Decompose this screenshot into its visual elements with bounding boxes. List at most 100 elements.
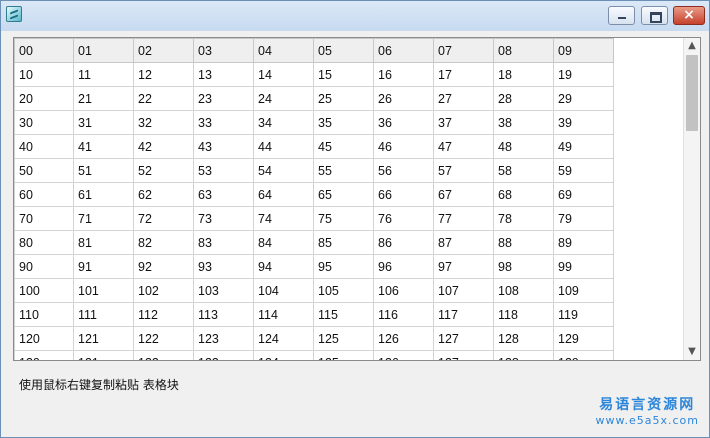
table-cell[interactable]: 39 [553, 110, 614, 135]
table-cell[interactable]: 04 [253, 38, 314, 63]
table-cell[interactable]: 93 [193, 254, 254, 279]
table-cell[interactable]: 66 [373, 182, 434, 207]
table-cell[interactable]: 139 [553, 350, 614, 360]
table-cell[interactable]: 122 [133, 326, 194, 351]
table-cell[interactable]: 117 [433, 302, 494, 327]
table-cell[interactable]: 100 [14, 278, 74, 303]
table-header-row[interactable]: 00 01 02 03 04 05 06 07 08 09 [14, 38, 614, 63]
table-cell[interactable]: 98 [493, 254, 554, 279]
table-cell[interactable]: 30 [14, 110, 74, 135]
maximize-button[interactable] [641, 6, 668, 25]
table-cell[interactable]: 14 [253, 62, 314, 87]
table-row[interactable]: 100 101 102 103 104 105 106 107 108 109 [14, 278, 614, 303]
table-cell[interactable]: 33 [193, 110, 254, 135]
table-cell[interactable]: 69 [553, 182, 614, 207]
table-cell[interactable]: 41 [73, 134, 134, 159]
table-cell[interactable]: 91 [73, 254, 134, 279]
table-cell[interactable]: 58 [493, 158, 554, 183]
minimize-button[interactable] [608, 6, 635, 25]
table-cell[interactable]: 101 [73, 278, 134, 303]
table-cell[interactable]: 123 [193, 326, 254, 351]
table-cell[interactable]: 17 [433, 62, 494, 87]
table-cell[interactable]: 112 [133, 302, 194, 327]
table-cell[interactable]: 104 [253, 278, 314, 303]
table-cell[interactable]: 23 [193, 86, 254, 111]
scroll-up-icon[interactable]: ▲ [684, 38, 700, 54]
table-cell[interactable]: 130 [14, 350, 74, 360]
table-cell[interactable]: 20 [14, 86, 74, 111]
table-cell[interactable]: 57 [433, 158, 494, 183]
table-cell[interactable]: 128 [493, 326, 554, 351]
table-cell[interactable]: 11 [73, 62, 134, 87]
vertical-scrollbar[interactable]: ▲ ▼ [683, 38, 700, 360]
table-cell[interactable]: 53 [193, 158, 254, 183]
table-cell[interactable]: 07 [433, 38, 494, 63]
table-cell[interactable]: 46 [373, 134, 434, 159]
table-row[interactable]: 30 31 32 33 34 35 36 37 38 39 [14, 110, 614, 135]
table-cell[interactable]: 81 [73, 230, 134, 255]
table-cell[interactable]: 107 [433, 278, 494, 303]
table-cell[interactable]: 26 [373, 86, 434, 111]
table-row[interactable]: 80 81 82 83 84 85 86 87 88 89 [14, 230, 614, 255]
table-cell[interactable]: 118 [493, 302, 554, 327]
table-cell[interactable]: 87 [433, 230, 494, 255]
table-cell[interactable]: 64 [253, 182, 314, 207]
table-cell[interactable]: 34 [253, 110, 314, 135]
table-cell[interactable]: 51 [73, 158, 134, 183]
table-cell[interactable]: 90 [14, 254, 74, 279]
table-row[interactable]: 130131132133134135136137138139 [14, 350, 614, 360]
table-cell[interactable]: 55 [313, 158, 374, 183]
table-cell[interactable]: 76 [373, 206, 434, 231]
table-cell[interactable]: 36 [373, 110, 434, 135]
table-cell[interactable]: 48 [493, 134, 554, 159]
table-cell[interactable]: 126 [373, 326, 434, 351]
table-cell[interactable]: 12 [133, 62, 194, 87]
data-table[interactable]: 00 01 02 03 04 05 06 07 08 09 10 11 12 13 14 15 16 17 18 19… [14, 38, 614, 360]
table-cell[interactable]: 72 [133, 206, 194, 231]
table-cell[interactable]: 110 [14, 302, 74, 327]
table-cell[interactable]: 108 [493, 278, 554, 303]
table-row[interactable]: 70 71 72 73 74 75 76 77 78 79 [14, 206, 614, 231]
table-cell[interactable]: 13 [193, 62, 254, 87]
table-cell[interactable]: 125 [313, 326, 374, 351]
table-cell[interactable]: 116 [373, 302, 434, 327]
table-cell[interactable]: 00 [14, 38, 74, 63]
table-cell[interactable]: 15 [313, 62, 374, 87]
table-cell[interactable]: 89 [553, 230, 614, 255]
table-cell[interactable]: 111 [73, 302, 134, 327]
table-cell[interactable]: 38 [493, 110, 554, 135]
table-cell[interactable]: 96 [373, 254, 434, 279]
table-cell[interactable]: 131 [73, 350, 134, 360]
table-cell[interactable]: 19 [553, 62, 614, 87]
table-cell[interactable]: 109 [553, 278, 614, 303]
table-cell[interactable]: 85 [313, 230, 374, 255]
table-cell[interactable]: 28 [493, 86, 554, 111]
table-cell[interactable]: 06 [373, 38, 434, 63]
table-cell[interactable]: 129 [553, 326, 614, 351]
table-cell[interactable]: 25 [313, 86, 374, 111]
table-cell[interactable]: 67 [433, 182, 494, 207]
table-cell[interactable]: 134 [253, 350, 314, 360]
table-cell[interactable]: 84 [253, 230, 314, 255]
table-cell[interactable]: 137 [433, 350, 494, 360]
table-cell[interactable]: 45 [313, 134, 374, 159]
table-cell[interactable]: 138 [493, 350, 554, 360]
table-cell[interactable]: 42 [133, 134, 194, 159]
table-cell[interactable]: 119 [553, 302, 614, 327]
table-cell[interactable]: 115 [313, 302, 374, 327]
table-cell[interactable]: 05 [313, 38, 374, 63]
table-cell[interactable]: 60 [14, 182, 74, 207]
grid-viewport[interactable]: 00 01 02 03 04 05 06 07 08 09 10 11 12 13 14 15 16 17 18 19… [14, 38, 683, 360]
table-cell[interactable]: 37 [433, 110, 494, 135]
table-cell[interactable]: 135 [313, 350, 374, 360]
table-cell[interactable]: 77 [433, 206, 494, 231]
table-cell[interactable]: 49 [553, 134, 614, 159]
table-cell[interactable]: 92 [133, 254, 194, 279]
table-cell[interactable]: 75 [313, 206, 374, 231]
table-cell[interactable]: 52 [133, 158, 194, 183]
table-cell[interactable]: 03 [193, 38, 254, 63]
table-row[interactable]: 20 21 22 23 24 25 26 27 28 29 [14, 86, 614, 111]
table-cell[interactable]: 50 [14, 158, 74, 183]
table-cell[interactable]: 132 [133, 350, 194, 360]
table-row[interactable]: 120 121 122 123 124 125 126 127 128 129 [14, 326, 614, 351]
